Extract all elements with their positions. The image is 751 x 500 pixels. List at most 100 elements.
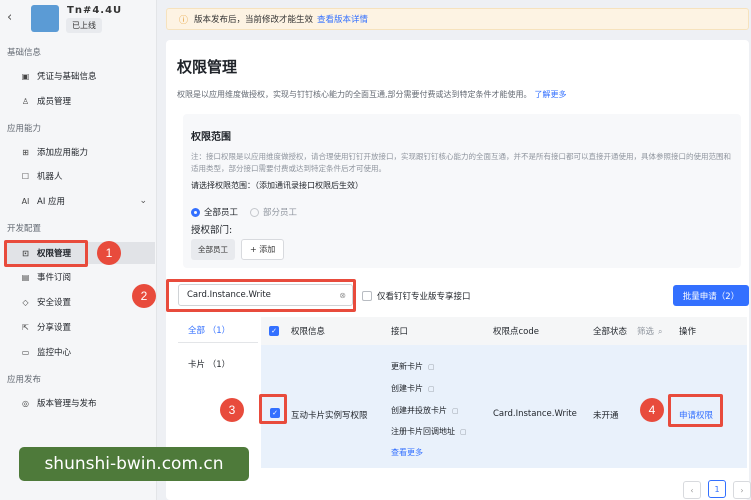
chevron-down-icon: ⌄	[139, 196, 147, 206]
doc-icon: ▢	[428, 362, 435, 371]
sidebar-item-versions[interactable]: ◎ 版本管理与发布	[7, 392, 155, 414]
group-capability: 应用能力	[7, 124, 42, 134]
next-page-icon[interactable]: ›	[733, 481, 751, 499]
col-operation: 操作	[679, 327, 697, 337]
sidebar-item-robot[interactable]: ☐ 机器人	[7, 165, 155, 187]
doc-icon: ▢	[428, 384, 435, 393]
sidebar-item-label: 监控中心	[37, 348, 72, 358]
sidebar-item-events[interactable]: ▤ 事件订阅	[7, 266, 155, 288]
share-icon: ⇱	[22, 322, 29, 332]
step-marker: 4	[640, 398, 664, 422]
group-publish: 应用发布	[7, 375, 42, 385]
doc-icon: ▢	[460, 427, 467, 436]
check-icon: ✓	[269, 326, 279, 336]
user-icon: ♙	[21, 96, 30, 106]
interface-item[interactable]: 创建并投放卡片 ▢	[391, 405, 459, 416]
doc-icon: ▢	[452, 406, 459, 415]
highlight-box-row-checkbox	[259, 394, 287, 424]
col-info: 权限信息	[291, 327, 326, 337]
sidebar-item-monitor[interactable]: ▭ 监控中心	[7, 341, 155, 363]
event-icon: ▤	[21, 272, 30, 282]
sidebar-item-label: 凭证与基础信息	[37, 72, 97, 82]
interface-label: 创建并投放卡片	[391, 406, 447, 415]
monitor-icon: ▭	[21, 347, 30, 357]
filter-label: 筛选	[637, 327, 655, 337]
pro-only-label: 仅看钉钉专业版专享接口	[377, 292, 471, 302]
interface-item[interactable]: 创建卡片 ▢	[391, 383, 435, 394]
group-basic: 基础信息	[7, 48, 42, 58]
highlight-box-sidebar	[4, 240, 88, 267]
interface-item[interactable]: 更新卡片 ▢	[391, 361, 435, 372]
add-dept-label: 添加	[259, 245, 276, 254]
batch-apply-button[interactable]: 批量申请（2）	[673, 285, 749, 306]
search-icon: ⌕	[658, 327, 663, 336]
prev-page-icon[interactable]: ‹	[683, 481, 701, 499]
sidebar-item-label: 事件订阅	[37, 273, 72, 283]
radio-all-label: 全部员工	[204, 208, 239, 218]
view-version-link[interactable]: 查看版本详情	[317, 13, 368, 25]
step-marker: 3	[220, 398, 244, 422]
dept-tag: 全部员工	[191, 239, 235, 260]
interface-item[interactable]: 注册卡片回调地址 ▢	[391, 426, 467, 437]
interface-label: 创建卡片	[391, 384, 423, 393]
main-content: ⓘ 版本发布后，当前修改才能生效 查看版本详情 权限管理 权限是以应用维度做授权…	[158, 0, 751, 500]
page-description-text: 权限是以应用维度做授权，实现与钉钉核心能力的全面互通,部分需要付费或达到特定条件…	[177, 90, 532, 99]
permission-info: 互动卡片实例写权限	[291, 411, 368, 421]
dept-row: 全部员工 + 添加	[191, 239, 285, 260]
sidebar-item-label: 成员管理	[37, 97, 72, 107]
tab-divider	[178, 342, 258, 343]
interface-label: 更新卡片	[391, 362, 423, 371]
sidebar-item-share[interactable]: ⇱ 分享设置	[7, 316, 155, 338]
scope-note: 注：接口权限是以应用维度做授权，请合理使用钉钉开放接口，实现跟钉钉核心能力的全面…	[191, 152, 731, 173]
permission-code: Card.Instance.Write	[493, 409, 577, 419]
sidebar-item-label: AI 应用	[37, 197, 66, 207]
sidebar-item-label: 分享设置	[37, 323, 72, 333]
page-description: 权限是以应用维度做授权，实现与钉钉核心能力的全面互通,部分需要付费或达到特定条件…	[177, 89, 567, 100]
ai-icon: AI	[21, 196, 30, 206]
tab-all[interactable]: 全部 （1）	[188, 324, 230, 336]
scope-prompt: 请选择权限范围：（添加通讯录接口权限后生效）	[191, 181, 363, 190]
see-more-link[interactable]: 查看更多	[391, 447, 423, 458]
dept-label: 授权部门:	[191, 225, 233, 236]
radio-all-employees[interactable]	[191, 207, 200, 217]
add-dept-button[interactable]: + 添加	[241, 239, 285, 260]
group-dev: 开发配置	[7, 224, 42, 234]
sidebar-item-label: 版本管理与发布	[37, 399, 97, 409]
sidebar-item-label: 添加应用能力	[37, 148, 89, 158]
scope-radio-group: 全部员工 部分员工	[191, 206, 309, 218]
back-arrow-icon[interactable]: ‹	[7, 10, 12, 25]
learn-more-link[interactable]: 了解更多	[535, 90, 567, 99]
page-title: 权限管理	[177, 58, 238, 76]
release-notice: ⓘ 版本发布后，当前修改才能生效 查看版本详情	[166, 8, 749, 30]
step-marker: 2	[132, 284, 156, 308]
shield-icon: ◇	[22, 297, 29, 307]
permissions-card: 权限管理 权限是以应用维度做授权，实现与钉钉核心能力的全面互通,部分需要付费或达…	[166, 40, 751, 500]
warning-icon: ⓘ	[179, 15, 189, 26]
app-logo	[31, 5, 59, 32]
state-filter[interactable]: 筛选 ⌕	[637, 325, 663, 337]
sidebar-item-add-capability[interactable]: ⊞ 添加应用能力	[7, 141, 155, 163]
col-interface: 接口	[391, 327, 409, 337]
sidebar-item-label: 安全设置	[37, 298, 72, 308]
page-number[interactable]: 1	[708, 480, 726, 498]
step-marker: 1	[97, 241, 121, 265]
sidebar-item-ai-app[interactable]: AI AI 应用 ⌄	[7, 190, 155, 212]
sidebar-item-credentials[interactable]: ▣ 凭证与基础信息	[7, 65, 155, 87]
radio-part-label: 部分员工	[263, 208, 298, 218]
plus-icon: +	[250, 245, 260, 254]
tab-card[interactable]: 卡片 （1）	[188, 358, 230, 370]
highlight-box-apply	[668, 394, 723, 427]
pro-only-checkbox[interactable]	[362, 291, 372, 301]
notice-text: 版本发布后，当前修改才能生效	[194, 15, 314, 25]
select-all-checkbox[interactable]: ✓	[269, 326, 284, 336]
pro-only-filter[interactable]: 仅看钉钉专业版专享接口	[362, 290, 471, 302]
scope-panel: 权限范围 注：接口权限是以应用维度做授权，请合理使用钉钉开放接口，实现跟钉钉核心…	[183, 114, 741, 268]
robot-icon: ☐	[21, 171, 30, 181]
sidebar-item-members[interactable]: ♙ 成员管理	[7, 90, 155, 112]
grid-icon: ⊞	[22, 147, 29, 157]
watermark: shunshi-bwin.com.cn	[19, 447, 249, 481]
sidebar-item-label: 机器人	[37, 172, 63, 182]
scope-title: 权限范围	[191, 132, 231, 143]
radio-part-employees[interactable]	[250, 207, 260, 217]
table-header: ✓ 权限信息 接口 权限点code 全部状态 筛选 ⌕ 操作	[261, 317, 747, 345]
